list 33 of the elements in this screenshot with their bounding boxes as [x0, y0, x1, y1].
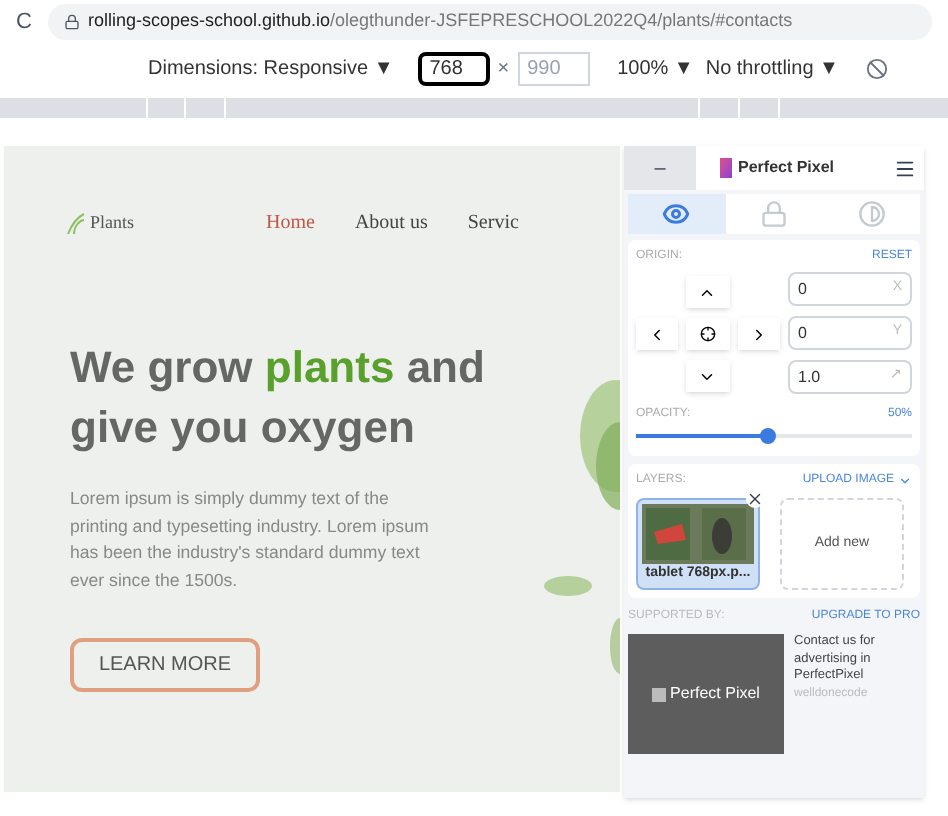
nav-link[interactable]: About us — [354, 208, 428, 238]
learn-more-button[interactable]: LEARN MORE — [70, 638, 260, 692]
caret-icon — [898, 474, 912, 488]
minimize-button[interactable]: – — [624, 146, 696, 190]
zoom-dropdown[interactable]: 100% ▼ — [617, 53, 694, 83]
ad-brand: Perfect Pixel — [670, 682, 760, 706]
throttling-dropdown[interactable]: No throttling ▼ — [705, 53, 839, 83]
reload-button[interactable]: C — [16, 5, 32, 39]
nav-link[interactable]: Servic — [467, 208, 519, 238]
opacity-slider[interactable] — [636, 428, 912, 444]
times-sign: × — [497, 55, 510, 83]
url-text: rolling-scopes-school.github.io/olegthunder-JSFEPRESCHOOL2022Q4/plants/#contacts — [87, 8, 793, 35]
headline: We grow plants and give you oxygen — [70, 340, 487, 456]
lock-icon — [63, 14, 80, 30]
width-field[interactable]: 768 — [417, 51, 490, 85]
contrast-icon — [857, 200, 886, 228]
intro-paragraph: Lorem ipsum is simply dummy text of the printing and typesetting industry. Lorem ipsum has been the industry's standard dummy text ever since the 1500s. — [70, 486, 430, 593]
dimensions-dropdown[interactable]: Dimensions: Responsive ▼ — [148, 53, 394, 83]
eye-icon — [662, 200, 691, 228]
ad-banner[interactable]: Perfect Pixel — [628, 634, 784, 754]
logo-icon — [720, 158, 732, 178]
nav-link[interactable]: Home — [266, 208, 315, 238]
panel-title: Perfect Pixel — [738, 156, 835, 180]
logo[interactable]: Plants — [66, 209, 266, 237]
close-icon[interactable] — [746, 490, 764, 508]
lock-icon — [760, 200, 788, 228]
menu-icon[interactable] — [894, 157, 916, 179]
leaf-icon — [66, 211, 86, 235]
tab[interactable] — [628, 194, 726, 234]
crosshair-icon — [699, 326, 716, 342]
address-bar[interactable]: rolling-scopes-school.github.io/olegthunder-JSFEPRESCHOOL2022Q4/plants/#contacts — [47, 4, 932, 40]
logo-icon — [652, 687, 667, 701]
center-button[interactable] — [686, 318, 730, 350]
